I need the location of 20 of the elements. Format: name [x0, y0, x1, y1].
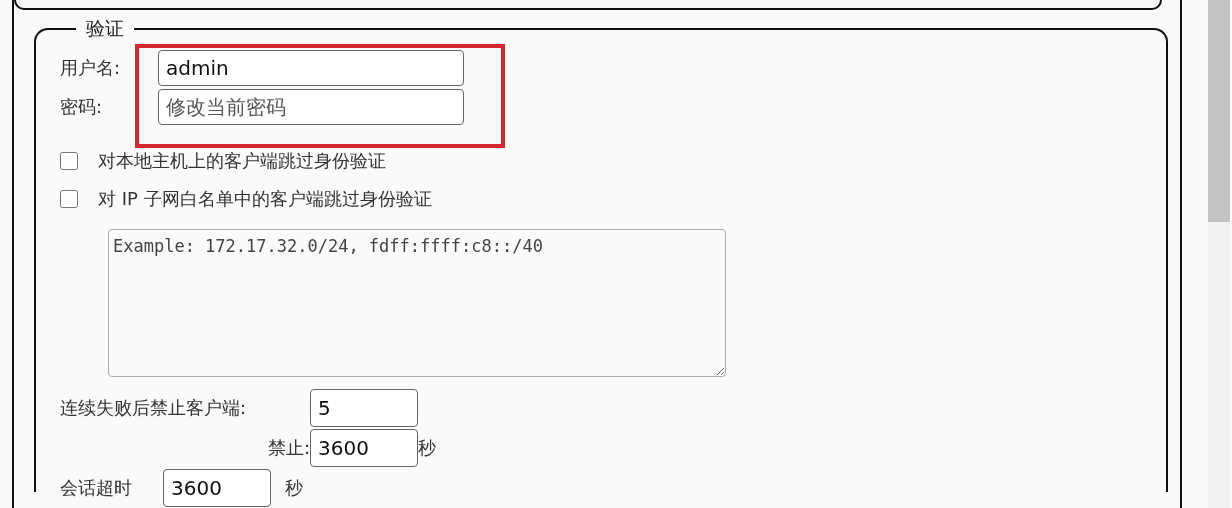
ban-after-field[interactable]: 5 — [310, 389, 418, 427]
ban-duration-field[interactable]: 3600 — [310, 429, 418, 467]
checkbox[interactable] — [60, 152, 78, 170]
username-field[interactable]: admin — [158, 50, 464, 86]
password-field[interactable]: 修改当前密码 — [158, 89, 464, 125]
unit-label: 秒 — [285, 476, 303, 500]
subnet-whitelist-field[interactable]: Example: 172.17.32.0/24, fdff:ffff:c8::/40 — [108, 229, 726, 377]
checkbox-label: 对 IP 子网白名单中的客户端跳过身份验证 — [98, 187, 432, 211]
username-label: 用户名: — [60, 56, 122, 80]
checkbox[interactable] — [60, 190, 78, 208]
ban-after-label: 连续失败后禁止客户端: — [60, 396, 248, 420]
section-title: 验证 — [85, 16, 125, 41]
session-timeout-field[interactable]: 3600 — [163, 469, 271, 507]
unit-label: 秒 — [418, 436, 436, 460]
session-timeout-label: 会话超时 — [60, 476, 133, 500]
ban-duration-label: 禁止: — [266, 436, 310, 460]
checkbox-label: 对本地主机上的客户端跳过身份验证 — [98, 149, 386, 173]
scrollbar-thumb[interactable] — [1208, 0, 1230, 222]
scrollbar[interactable] — [1208, 0, 1230, 508]
password-label: 密码: — [60, 95, 104, 119]
